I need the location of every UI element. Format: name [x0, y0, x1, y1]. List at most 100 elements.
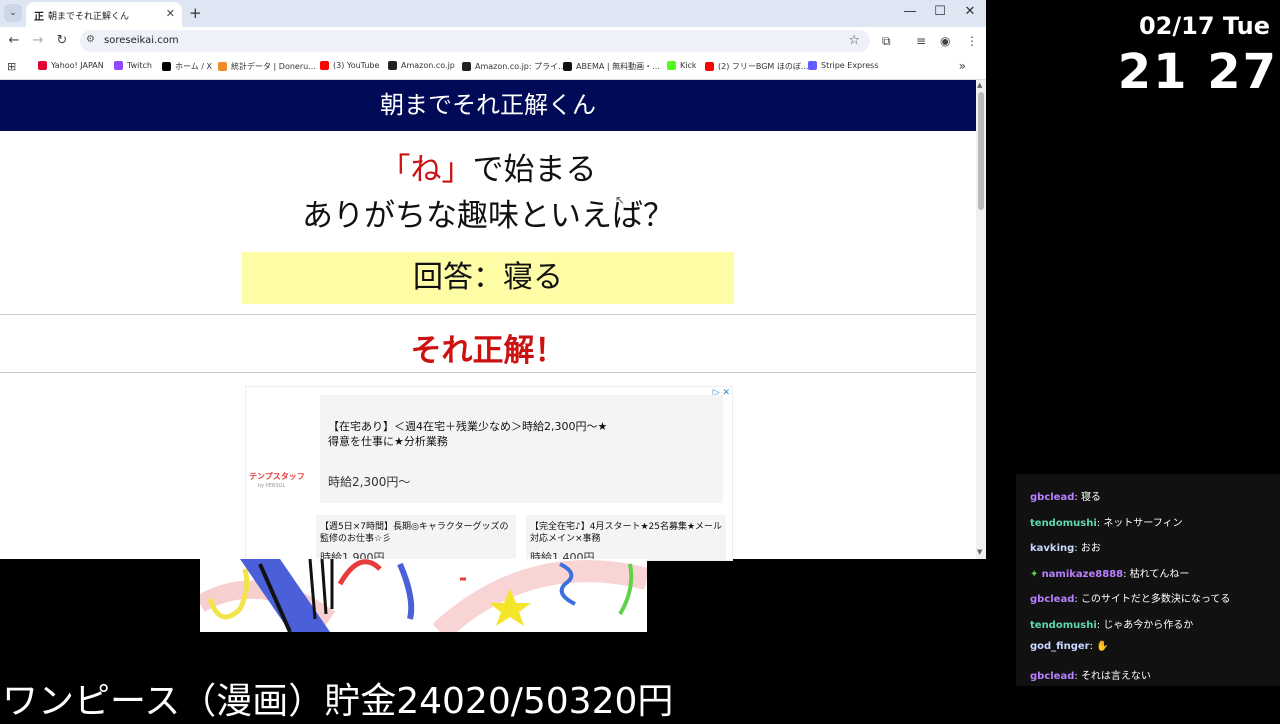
- bookmark-item[interactable]: ABEMA | 無料動画・...: [563, 61, 660, 72]
- question-line2: ありがちな趣味といえば？: [302, 198, 674, 234]
- bookmark-item[interactable]: Amazon.co.jp: プライ...: [462, 61, 566, 72]
- bookmark-label: ABEMA | 無料動画・...: [576, 62, 660, 71]
- menu-icon[interactable]: ⋮: [966, 34, 978, 48]
- question-letter: 「ね」: [379, 152, 473, 188]
- chat-text: じゃあ今から作るか: [1103, 619, 1194, 631]
- bookmark-item[interactable]: Amazon.co.jp: [388, 61, 455, 70]
- bookmark-label: (2) フリーBGM ほのぼ...: [718, 62, 809, 71]
- media-controls-icon[interactable]: ≡: [916, 34, 926, 48]
- chat-username[interactable]: gbclead: [1030, 492, 1074, 503]
- verdict-text: それ正解！: [410, 333, 566, 369]
- question-text: 「ね」で始まる ありがちな趣味といえば？: [0, 147, 976, 239]
- bookmark-item[interactable]: Stripe Express: [808, 61, 879, 70]
- bookmark-item[interactable]: Yahoo! JAPAN: [38, 61, 104, 70]
- doodle-art: [200, 559, 647, 632]
- chat-username[interactable]: gbclead: [1030, 671, 1074, 682]
- job-advertisement[interactable]: テンプスタッフ by PERSOL ▷ ✕ 【在宅あり】＜週4在宅＋残業少なめ＞…: [245, 386, 733, 564]
- bookmark-favicon-icon: [38, 61, 47, 70]
- bookmark-item[interactable]: 統計データ | Doneru...: [218, 61, 316, 72]
- ad-main-wage: 時給2,300円〜: [328, 475, 411, 489]
- chat-message: gbclead: このサイトだと多数決になってる: [1030, 590, 1230, 605]
- chat-message: kavking: おお: [1030, 539, 1101, 554]
- chat-message: tendomushi: ネットサーフィン: [1030, 514, 1183, 529]
- reload-button[interactable]: ↻: [54, 33, 70, 48]
- bookmark-label: Amazon.co.jp: プライ...: [475, 62, 566, 71]
- maximize-button[interactable]: ☐: [930, 4, 950, 19]
- chat-text: このサイトだと多数決になってる: [1080, 594, 1231, 605]
- bookmark-item[interactable]: (2) フリーBGM ほのぼ...: [705, 61, 809, 72]
- bookmark-favicon-icon: [114, 61, 123, 70]
- scroll-down-icon[interactable]: ▼: [977, 548, 982, 556]
- chat-text: ネットサーフィン: [1103, 517, 1183, 529]
- question-line1-rest: で始まる: [472, 152, 597, 188]
- bookmark-item[interactable]: Twitch: [114, 61, 152, 70]
- close-window-button[interactable]: ✕: [960, 4, 980, 19]
- site-header: 朝までそれ正解くん: [0, 80, 976, 131]
- site-info-icon[interactable]: ⚙: [86, 34, 95, 45]
- chat-message: tendomushi: じゃあ今から作るか: [1030, 616, 1193, 631]
- extensions-icon[interactable]: ⧉: [882, 34, 891, 49]
- chat-username[interactable]: kavking: [1030, 543, 1074, 554]
- address-bar[interactable]: ⚙ soreseikai.com ☆: [80, 30, 870, 52]
- divider: [0, 314, 976, 315]
- bookmark-favicon-icon: [218, 62, 227, 71]
- minimize-button[interactable]: —: [900, 4, 920, 19]
- stream-time: 21 27: [1117, 44, 1278, 100]
- url-text: soreseikai.com: [104, 35, 179, 46]
- browser-tab[interactable]: 正 朝までそれ正解くん ✕: [26, 2, 182, 27]
- tab-favicon: 正: [34, 12, 44, 23]
- chat-username[interactable]: tendomushi: [1030, 518, 1097, 529]
- ad-sub-title[interactable]: 【完全在宅♪】4月スタート★25名募集★メール対応メイン×事務: [530, 521, 726, 545]
- ad-main-listing[interactable]: 【在宅あり】＜週4在宅＋残業少なめ＞時給2,300円〜★得意を仕事に★分析業務 …: [320, 395, 723, 503]
- chat-message: gbclead: それは言えない: [1030, 667, 1151, 682]
- chat-message: gbclead: 寝る: [1030, 488, 1101, 503]
- emote-icon: ✋: [1096, 641, 1109, 652]
- bookmark-item[interactable]: Kick: [667, 61, 697, 70]
- browser-toolbar: ← → ↻ ⚙ soreseikai.com ☆ ⧉ ≡ ◉ ⋮: [0, 27, 986, 55]
- ad-logo-area: テンプスタッフ by PERSOL: [246, 387, 312, 513]
- ad-logo-sub: by PERSOL: [258, 483, 286, 489]
- tab-bar: ⌄ 正 朝までそれ正解くん ✕ + — ☐ ✕: [0, 0, 986, 27]
- chat-username[interactable]: namikaze8888: [1042, 569, 1124, 580]
- badge-icon: ✦: [1030, 568, 1042, 580]
- chat-username[interactable]: tendomushi: [1030, 620, 1097, 631]
- chat-text: 寝る: [1080, 492, 1101, 503]
- chat-text: おお: [1080, 543, 1101, 554]
- bookmark-favicon-icon: [563, 62, 572, 71]
- chat-text: 枯れてんねー: [1129, 568, 1190, 580]
- bookmark-label: 統計データ | Doneru...: [231, 62, 316, 71]
- bookmark-label: Yahoo! JAPAN: [51, 61, 104, 70]
- chat-username[interactable]: gbclead: [1030, 594, 1074, 605]
- bookmark-item[interactable]: (3) YouTube: [320, 61, 379, 70]
- mouse-cursor-icon: ↖: [615, 193, 626, 207]
- stream-date: 02/17 Tue: [1138, 12, 1270, 40]
- bookmark-item[interactable]: ホーム / X: [162, 61, 212, 72]
- bookmark-label: Stripe Express: [821, 61, 879, 70]
- profile-icon[interactable]: ◉: [940, 34, 950, 48]
- scroll-up-icon[interactable]: ▲: [977, 81, 982, 89]
- ad-sub-listing[interactable]: 【完全在宅♪】4月スタート★25名募集★メール対応メイン×事務 時給1,400円: [526, 515, 726, 564]
- page-scrollbar[interactable]: ▲ ▼: [976, 80, 986, 559]
- close-tab-icon[interactable]: ✕: [166, 7, 175, 20]
- bookmark-label: ホーム / X: [175, 62, 213, 71]
- more-bookmarks-icon[interactable]: »: [959, 59, 966, 73]
- bookmark-favicon-icon: [320, 61, 329, 70]
- tab-search-button[interactable]: ⌄: [4, 4, 22, 22]
- savings-ticker: ワンピース（漫画）貯金24020/50320円: [2, 681, 674, 722]
- new-tab-button[interactable]: +: [189, 4, 202, 22]
- chat-username[interactable]: god_finger: [1030, 641, 1090, 652]
- bookmark-star-icon[interactable]: ☆: [848, 33, 860, 48]
- tab-title: 朝までそれ正解くん: [48, 12, 130, 22]
- forward-button[interactable]: →: [30, 33, 46, 48]
- apps-grid-icon[interactable]: ⊞: [7, 60, 16, 73]
- bookmark-favicon-icon: [705, 62, 714, 71]
- chat-message: ✦ namikaze8888: 枯れてんねー: [1030, 565, 1189, 580]
- bookmark-favicon-icon: [462, 62, 471, 71]
- ad-sub-title[interactable]: 【週5日×7時間】長期◎キャラクターグッズの監修のお仕事☆彡: [320, 521, 516, 545]
- scroll-thumb[interactable]: [978, 92, 984, 210]
- web-page: 朝までそれ正解くん 「ね」で始まる ありがちな趣味といえば？ 回答：寝る それ正…: [0, 80, 976, 564]
- ad-sub-listing[interactable]: 【週5日×7時間】長期◎キャラクターグッズの監修のお仕事☆彡 時給1,900円: [316, 515, 516, 564]
- ad-main-title[interactable]: 【在宅あり】＜週4在宅＋残業少なめ＞時給2,300円〜★得意を仕事に★分析業務: [328, 419, 618, 449]
- bookmark-favicon-icon: [667, 61, 676, 70]
- back-button[interactable]: ←: [6, 33, 22, 48]
